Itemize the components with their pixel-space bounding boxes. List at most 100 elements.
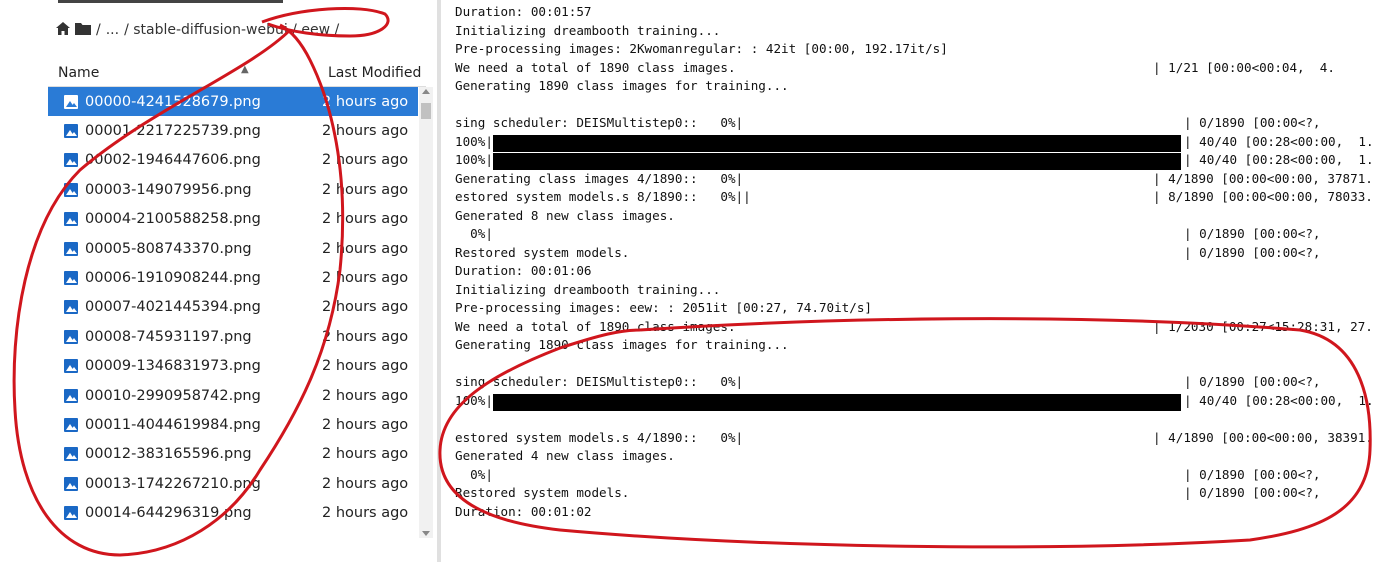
image-file-icon [64,329,78,344]
image-file-icon [64,417,78,432]
console-line: Restored system models. | 0/1890 [00:00<?… [455,245,1374,264]
console-line: Duration: 00:01:06 [455,263,1374,282]
console-line-text: 0%| [455,466,493,482]
file-row[interactable]: 00007-4021445394.png 2 hours ago [48,293,418,322]
console-line-text: 100%| [455,152,493,167]
console-progress-text: | 0/1890 [00:00<?, [1184,374,1321,389]
file-modified: 2 hours ago [322,211,409,228]
console-line: Duration: 00:01:02 [455,504,1374,523]
file-row[interactable]: 00010-2990958742.png 2 hours ago [48,381,418,410]
file-row[interactable]: 00012-383165596.png 2 hours ago [48,440,418,469]
file-modified: 2 hours ago [322,387,409,404]
file-modified: 2 hours ago [322,446,409,463]
console-line: 0%| | 0/1890 [00:00<?, [455,226,1374,245]
console-line-text: estored system models.s 4/1890:: 0%| [455,429,744,445]
console-line-text: Generating 1890 class images for trainin… [455,78,789,93]
panel-top-divider [58,0,283,3]
console-line-text: sing scheduler: DEISMultistep0:: 0%| [455,374,744,389]
file-modified: 2 hours ago [322,152,409,169]
image-file-icon [64,506,78,521]
console-line-text: estored system models.s 8/1890:: 0%|| [455,189,751,204]
console-line: Pre-processing images: eew: : 2051it [00… [455,300,1374,319]
progress-bar [493,134,1181,152]
image-file-icon [64,388,78,403]
scrollbar-thumb[interactable] [421,103,431,119]
file-row[interactable]: 00000-4241528679.png 2 hours ago [48,87,418,117]
file-row[interactable]: 00009-1346831973.png 2 hours ago [48,352,418,381]
image-file-icon [64,271,78,286]
console-line: Duration: 00:01:57 [455,4,1374,23]
panel-divider[interactable] [437,0,441,562]
image-file-icon [64,124,78,139]
file-modified: 2 hours ago [322,328,409,345]
file-row[interactable]: 00014-644296319.png 2 hours ago [48,498,418,527]
home-icon[interactable] [56,21,70,39]
console-line-text: 100%| [455,133,493,149]
console-line-text: 100%| [455,392,493,408]
file-row[interactable]: 00011-4044619984.png 2 hours ago [48,410,418,439]
console-line-text: Generated 8 new class images. [455,207,675,223]
console-line: 100%| | 40/40 [00:28<00:00, 1. [455,134,1374,153]
file-modified: 2 hours ago [322,299,409,316]
console-line: Pre-processing images: 2Kwomanregular: :… [455,41,1374,60]
console-line: estored system models.s 4/1890:: 0%| | 4/… [455,430,1374,449]
console-progress-text: | 0/1890 [00:00<?, [1184,244,1321,260]
progress-bar [493,153,1181,170]
console-line: We need a total of 1890 class images. | 1… [455,60,1374,79]
file-row[interactable]: 00006-1910908244.png 2 hours ago [48,263,418,292]
file-row[interactable]: 00002-1946447606.png 2 hours ago [48,146,418,175]
console-progress-text: | 0/1890 [00:00<?, [1184,115,1321,130]
image-file-icon [64,241,78,256]
image-file-icon [64,94,78,109]
file-modified: 2 hours ago [322,240,409,257]
image-file-icon [64,212,78,227]
console-line-text: Initializing dreambooth training... [455,22,721,38]
file-row[interactable]: 00013-1742267210.png 2 hours ago [48,469,418,498]
file-row[interactable]: 00003-149079956.png 2 hours ago [48,175,418,204]
image-file-icon [64,447,78,462]
console-line: 100%| | 40/40 [00:28<00:00, 1. [455,152,1374,171]
file-row[interactable]: 00001-2217225739.png 2 hours ago [48,116,418,145]
last-modified-column-header[interactable]: Last Modified [328,65,421,81]
console-line-text: Duration: 00:01:06 [455,263,592,278]
file-list-scrollbar[interactable] [419,87,433,538]
console-line-text: 0%| [455,226,493,241]
image-file-icon [64,359,78,374]
file-modified: 2 hours ago [322,93,409,110]
file-modified: 2 hours ago [322,358,409,375]
file-row[interactable]: 00008-745931197.png 2 hours ago [48,322,418,351]
console-line: 100%| | 40/40 [00:28<00:00, 1. [455,393,1374,412]
console-line-text: Generating 1890 class images for trainin… [455,337,789,352]
console-progress-text: | 0/1890 [00:00<?, [1184,466,1321,482]
console-line: sing scheduler: DEISMultistep0:: 0%| | 0/… [455,115,1374,134]
console-line: Generating class images 4/1890:: 0%| | 4/… [455,171,1374,190]
console-line-text: Duration: 00:01:57 [455,4,592,19]
console-line: Restored system models. | 0/1890 [00:00<?… [455,485,1374,504]
breadcrumb-root[interactable]: / [96,22,101,38]
sort-ascending-icon[interactable]: ▲ [241,64,249,75]
scroll-down-arrow-icon[interactable] [422,531,430,536]
console-line-text: Pre-processing images: 2Kwomanregular: :… [455,41,948,56]
console-line-text: Pre-processing images: eew: : 2051it [00… [455,300,873,315]
breadcrumb-ellipsis[interactable]: ... [106,22,119,38]
file-modified: 2 hours ago [322,416,409,433]
breadcrumb-path[interactable]: / stable-diffusion-webui / eew / [124,22,339,38]
file-browser-panel: / ... / stable-diffusion-webui / eew / N… [0,0,437,562]
console-line: Generated 8 new class images. [455,208,1374,227]
folder-icon[interactable] [75,22,91,39]
console-line-text: Generating class images 4/1890:: 0%| [455,170,744,186]
console-line-text: Restored system models. [455,485,630,500]
file-row[interactable]: 00005-808743370.png 2 hours ago [48,234,418,263]
file-modified: 2 hours ago [322,123,409,140]
console-line-text: Duration: 00:01:02 [455,503,592,519]
console-progress-text: | 1/2030 [00:27<15:28:31, 27. [1153,318,1373,334]
file-row[interactable]: 00004-2100588258.png 2 hours ago [48,205,418,234]
console-progress-text: | 4/1890 [00:00<00:00, 37871. [1153,170,1373,186]
name-column-header[interactable]: Name [58,65,99,81]
scroll-up-arrow-icon[interactable] [422,89,430,94]
file-modified: 2 hours ago [322,270,409,287]
console-line: Initializing dreambooth training... [455,23,1374,42]
file-modified: 2 hours ago [322,475,409,492]
